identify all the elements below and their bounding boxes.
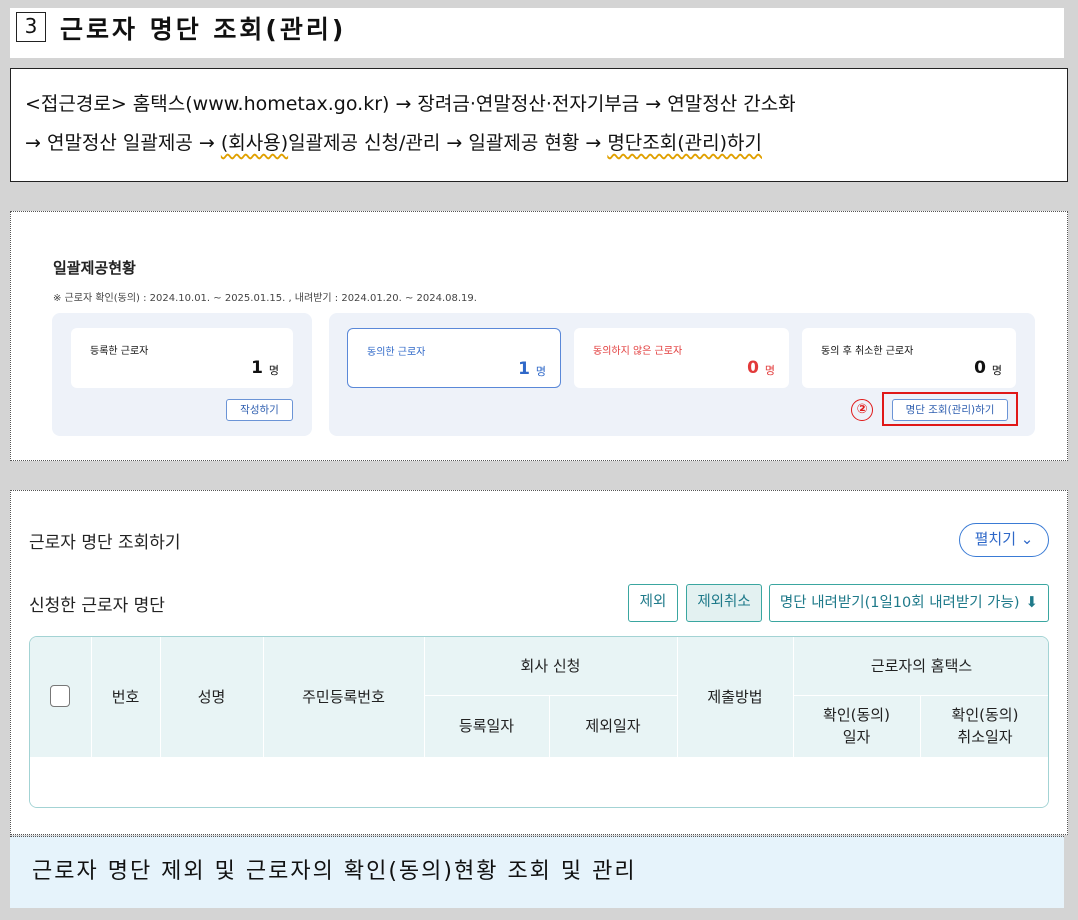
col-rrn: 주민등록번호	[302, 688, 385, 706]
col-number: 번호	[111, 688, 140, 706]
access-route-box: <접근경로> 홈택스(www.hometax.go.kr) → 장려금·연말정산…	[10, 68, 1068, 182]
table-header: 번호 성명 주민등록번호 회사 신청 등록일자 제외일자 제출방법 근로자의 홈…	[30, 637, 1048, 757]
route-step-company: (회사용)	[220, 132, 289, 154]
section-header: 3 근로자 명단 조회(관리)	[10, 8, 1064, 58]
not-agreed-unit: 명	[764, 364, 775, 377]
caption-text: 근로자 명단 제외 및 근로자의 확인(동의)현황 조회 및 관리	[32, 859, 637, 884]
select-all-checkbox[interactable]	[50, 685, 70, 707]
list-subtitle: 신청한 근로자 명단	[29, 596, 165, 616]
route-step-status: 일괄제공 신청/관리 → 일괄제공 현황 →	[288, 132, 608, 154]
col-excluded-date: 제외일자	[585, 717, 641, 735]
step-marker: ②	[851, 399, 873, 421]
agreed-stat: 동의한 근로자 1 명	[347, 328, 561, 388]
not-agreed-stat: 동의하지 않은 근로자 0 명	[574, 328, 789, 388]
col-registered-date: 등록일자	[458, 717, 515, 735]
col-name: 성명	[197, 688, 226, 706]
download-label: 명단 내려받기(1일10회 내려받기 가능)	[779, 595, 1020, 611]
caption-bar: 근로자 명단 제외 및 근로자의 확인(동의)현황 조회 및 관리	[10, 836, 1064, 908]
col-company-request: 회사 신청	[520, 657, 581, 675]
status-title: 일괄제공현황	[53, 259, 136, 277]
registered-stat: 등록한 근로자 1 명	[71, 328, 293, 388]
cancelled-count: 0	[974, 358, 986, 378]
col-confirm-date-line1: 확인(동의)	[823, 706, 890, 724]
agreed-label: 동의한 근로자	[367, 347, 426, 358]
chevron-down-icon: ⌄	[1020, 530, 1034, 548]
not-agreed-label: 동의하지 않은 근로자	[593, 346, 683, 357]
agreed-unit: 명	[535, 365, 546, 378]
registered-panel: 등록한 근로자 1 명 작성하기	[52, 313, 312, 436]
agreed-count: 1	[518, 359, 530, 379]
employee-list-screenshot: 근로자 명단 조회하기 펼치기 ⌄ 신청한 근로자 명단 제외 제외취소 명단 …	[10, 490, 1068, 835]
cancelled-stat: 동의 후 취소한 근로자 0 명	[802, 328, 1016, 388]
route-step-bulk: → 연말정산 일괄제공 →	[25, 132, 221, 154]
download-icon: ⬇	[1025, 593, 1039, 611]
col-cancel-date: 확인(동의) 취소일자	[920, 695, 1048, 757]
route-line-2: → 연말정산 일괄제공 → (회사용)일괄제공 신청/관리 → 일괄제공 현황 …	[25, 124, 1055, 163]
route-step-manage: 명단조회(관리)하기	[607, 132, 762, 154]
col-employee-hometax: 근로자의 홈택스	[870, 657, 973, 675]
manage-list-button[interactable]: 명단 조회(관리)하기	[892, 399, 1008, 421]
registered-unit: 명	[268, 364, 279, 377]
cancelled-unit: 명	[991, 364, 1002, 377]
write-button[interactable]: 작성하기	[226, 399, 293, 421]
cancelled-label: 동의 후 취소한 근로자	[821, 346, 914, 357]
list-title: 근로자 명단 조회하기	[29, 533, 181, 553]
section-title: 근로자 명단 조회(관리)	[60, 15, 347, 44]
employee-table: 번호 성명 주민등록번호 회사 신청 등록일자 제외일자 제출방법 근로자의 홈…	[29, 636, 1049, 808]
registered-label: 등록한 근로자	[90, 346, 149, 357]
download-list-button[interactable]: 명단 내려받기(1일10회 내려받기 가능) ⬇	[769, 584, 1049, 622]
table-body-empty	[30, 757, 1048, 807]
col-cancel-date-line2: 취소일자	[957, 728, 1013, 746]
col-confirm-date-line2: 일자	[842, 728, 871, 746]
expand-label: 펼치기	[974, 530, 1017, 548]
bulk-status-screenshot: 일괄제공현황 ※ 근로자 확인(동의) : 2024.10.01. ~ 2025…	[10, 211, 1068, 461]
col-submit-method: 제출방법	[707, 688, 763, 706]
document-page: 3 근로자 명단 조회(관리) <접근경로> 홈택스(www.hometax.g…	[0, 0, 1078, 920]
route-line-1: <접근경로> 홈택스(www.hometax.go.kr) → 장려금·연말정산…	[25, 93, 796, 115]
status-period-note: ※ 근로자 확인(동의) : 2024.10.01. ~ 2025.01.15.…	[53, 293, 477, 304]
exclude-button[interactable]: 제외	[628, 584, 678, 622]
expand-button[interactable]: 펼치기 ⌄	[959, 523, 1049, 557]
col-confirm-date: 확인(동의) 일자	[793, 695, 920, 757]
registered-count: 1	[251, 358, 263, 378]
cancel-exclude-button[interactable]: 제외취소	[686, 584, 762, 622]
not-agreed-count: 0	[747, 358, 759, 378]
section-number: 3	[16, 12, 46, 42]
col-cancel-date-line1: 확인(동의)	[951, 706, 1019, 724]
